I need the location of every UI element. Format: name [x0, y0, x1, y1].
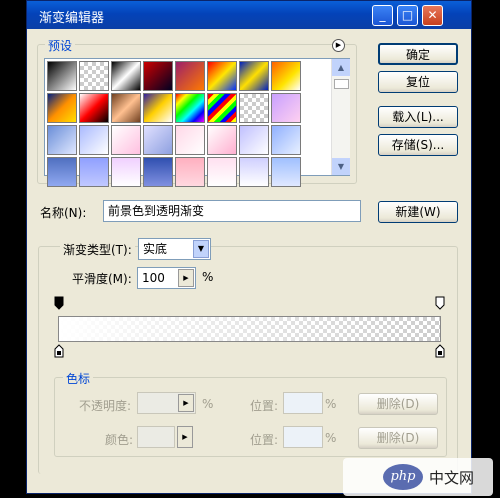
circle-arrow-icon[interactable]: ▶	[332, 39, 345, 52]
ok-button[interactable]: 确定	[378, 43, 458, 65]
preset-swatch[interactable]	[175, 93, 205, 123]
preset-swatch[interactable]	[79, 125, 109, 155]
php-logo-icon: php	[383, 464, 423, 490]
preset-swatch[interactable]	[271, 157, 301, 187]
color-stops-label: 色标	[63, 370, 94, 387]
preset-swatch[interactable]	[111, 125, 141, 155]
watermark-text: 中文网	[429, 469, 475, 487]
smoothness-input[interactable]: 100 ▶	[137, 267, 196, 289]
window-title: 渐变编辑器	[39, 11, 105, 26]
opacity-input[interactable]: ▶	[137, 392, 196, 414]
smoothness-label: 平滑度(M):	[72, 272, 132, 286]
opacity-stop-right[interactable]	[435, 296, 445, 310]
preset-swatch-grid[interactable]: ▲ ▼	[44, 58, 350, 187]
color-position-label: 位置:	[250, 433, 279, 447]
preset-swatch[interactable]	[111, 157, 141, 187]
gradient-type-label: 渐变类型(T):	[60, 241, 135, 258]
minimize-button[interactable]: _	[372, 5, 393, 26]
preset-swatch[interactable]	[271, 61, 301, 91]
preset-swatch[interactable]	[143, 125, 173, 155]
load-button[interactable]: 载入(L)...	[378, 106, 458, 128]
preset-swatch[interactable]	[271, 125, 301, 155]
preset-swatch[interactable]	[79, 93, 109, 123]
preset-scrollbar[interactable]: ▲ ▼	[331, 59, 350, 175]
save-button[interactable]: 存储(S)...	[378, 134, 458, 156]
maximize-button[interactable]: □	[397, 5, 418, 26]
name-label: 名称(N):	[40, 206, 87, 220]
title-bar[interactable]: 渐变编辑器 _ □ ✕	[27, 1, 471, 29]
scroll-thumb[interactable]	[334, 79, 349, 89]
preset-swatch[interactable]	[79, 61, 109, 91]
delete-color-stop-button[interactable]: 删除(D)	[358, 427, 438, 449]
gradient-editor-window: 渐变编辑器 _ □ ✕ 预设 ▶ ▲ ▼ 确定 复位 载入(L)... 存储(S…	[26, 0, 472, 494]
smoothness-value: 100	[142, 271, 165, 285]
gradient-type-value: 实底	[143, 242, 168, 256]
opacity-position-label: 位置:	[250, 399, 279, 413]
preset-swatch[interactable]	[175, 125, 205, 155]
new-button[interactable]: 新建(W)	[378, 201, 458, 223]
preset-swatch[interactable]	[239, 125, 269, 155]
preset-swatch[interactable]	[143, 61, 173, 91]
preset-swatch[interactable]	[207, 157, 237, 187]
color-stop-right[interactable]	[435, 344, 445, 358]
preset-swatch[interactable]	[207, 125, 237, 155]
preset-swatch[interactable]	[111, 61, 141, 91]
scroll-up-arrow-icon[interactable]: ▲	[332, 59, 350, 76]
preset-swatch[interactable]	[175, 157, 205, 187]
slider-arrow-icon[interactable]: ▶	[178, 394, 194, 412]
preset-swatch[interactable]	[239, 61, 269, 91]
preset-swatch[interactable]	[143, 93, 173, 123]
gradient-type-select[interactable]: 实底 ▼	[138, 238, 211, 260]
preset-swatch[interactable]	[175, 61, 205, 91]
delete-opacity-stop-button[interactable]: 删除(D)	[358, 393, 438, 415]
presets-label: 预设	[45, 37, 76, 54]
preset-swatch[interactable]	[79, 157, 109, 187]
preset-swatch[interactable]	[111, 93, 141, 123]
preset-swatch[interactable]	[143, 157, 173, 187]
watermark: php 中文网	[343, 458, 493, 496]
color-position-input[interactable]	[283, 426, 323, 448]
gradient-fill	[59, 317, 440, 341]
color-label: 颜色:	[105, 433, 134, 447]
reset-button[interactable]: 复位	[378, 71, 458, 93]
smoothness-unit: %	[202, 270, 214, 284]
preset-swatch[interactable]	[239, 157, 269, 187]
opacity-label: 不透明度:	[79, 399, 132, 413]
preset-swatch[interactable]	[271, 93, 301, 123]
preset-swatch[interactable]	[239, 93, 269, 123]
slider-arrow-icon[interactable]: ▶	[178, 269, 194, 287]
opacity-stop-left[interactable]	[54, 296, 64, 310]
color-stop-left[interactable]	[54, 344, 64, 358]
preset-swatch[interactable]	[47, 125, 77, 155]
opacity-unit: %	[202, 397, 214, 411]
opacity-position-unit: %	[325, 397, 337, 411]
scroll-down-arrow-icon[interactable]: ▼	[332, 158, 350, 175]
chevron-down-icon[interactable]: ▼	[193, 240, 209, 258]
preset-swatch[interactable]	[47, 157, 77, 187]
preset-swatch[interactable]	[47, 61, 77, 91]
preset-swatch[interactable]	[207, 93, 237, 123]
preset-swatch[interactable]	[47, 93, 77, 123]
name-input[interactable]: 前景色到透明渐变	[103, 200, 361, 222]
preset-swatch[interactable]	[207, 61, 237, 91]
color-position-unit: %	[325, 431, 337, 445]
opacity-position-input[interactable]	[283, 392, 323, 414]
close-button[interactable]: ✕	[422, 5, 443, 26]
color-arrow-icon[interactable]: ▶	[177, 426, 193, 448]
color-swatch-field[interactable]	[137, 426, 175, 448]
gradient-preview-bar[interactable]	[58, 316, 441, 342]
